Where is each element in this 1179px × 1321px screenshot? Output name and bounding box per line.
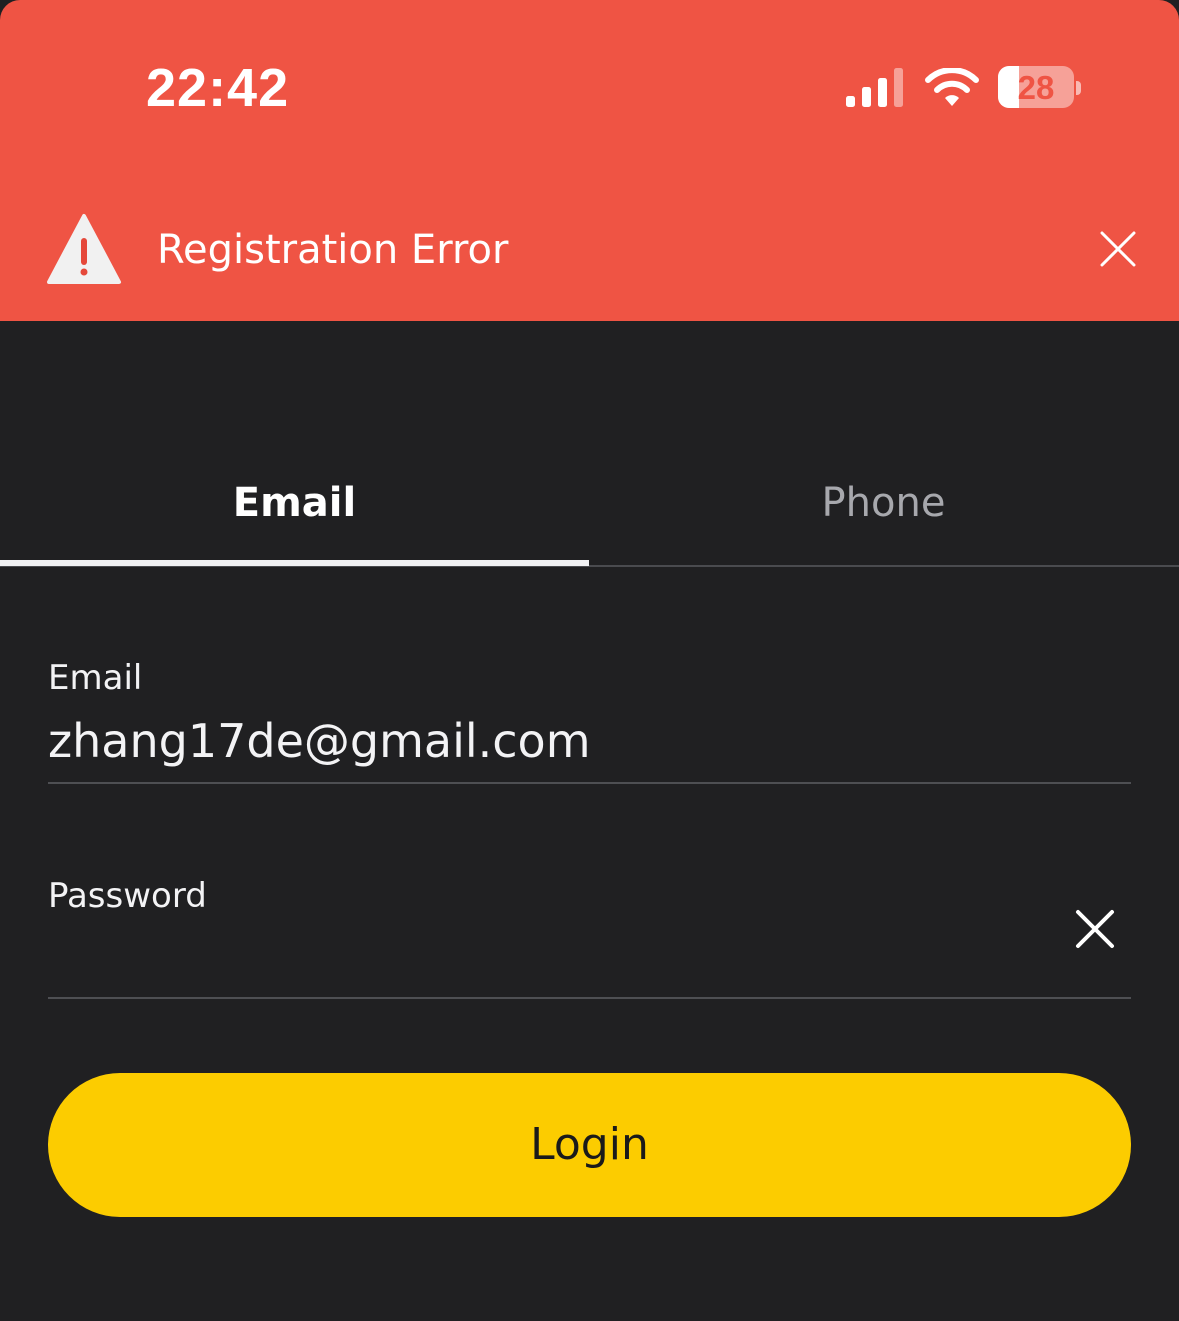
cellular-signal-icon [846,68,903,107]
clear-icon[interactable] [1072,906,1118,952]
password-label: Password [48,876,207,916]
battery-cap [1076,81,1081,95]
battery-body: 28 [998,66,1074,108]
close-icon[interactable] [1096,227,1140,271]
battery-indicator: 28 [998,66,1082,110]
password-underline [48,997,1131,999]
email-label: Email [48,658,143,698]
password-field[interactable] [48,930,1048,990]
tab-indicator [0,560,589,566]
error-banner: 22:42 28 Registration Error [0,0,1179,321]
tab-phone[interactable]: Phone [589,476,1178,530]
login-button[interactable]: Login [48,1073,1131,1217]
error-title: Registration Error [157,227,509,273]
email-field[interactable]: zhang17de@gmail.com [48,712,1108,770]
wifi-icon [925,68,979,106]
tab-email[interactable]: Email [0,476,589,530]
email-underline [48,782,1131,784]
status-time: 22:42 [146,58,290,118]
warning-icon [47,214,121,284]
battery-level: 28 [1017,69,1055,106]
